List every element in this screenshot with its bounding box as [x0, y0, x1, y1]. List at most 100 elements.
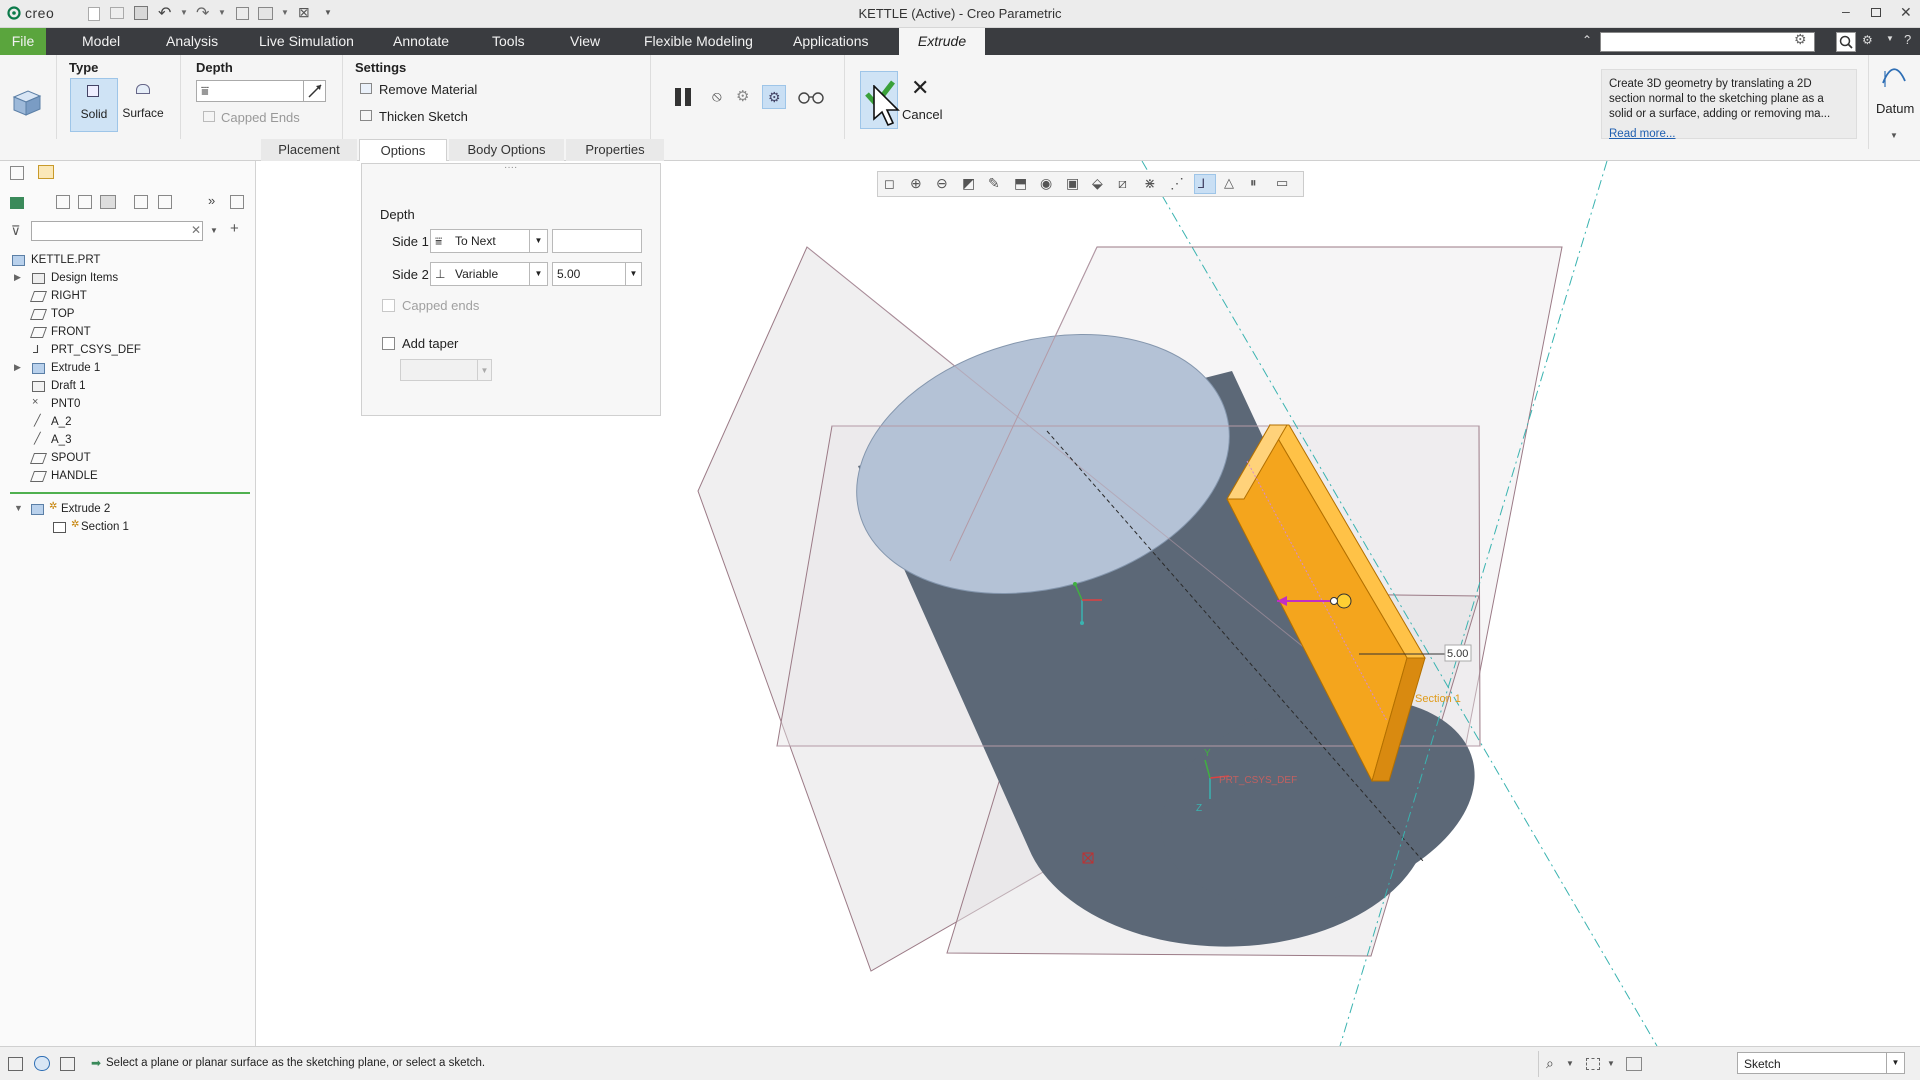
tree-item-pnt0[interactable]: PNT0	[51, 398, 80, 410]
tree-item-design-items[interactable]: Design Items	[51, 272, 118, 284]
panel-menu-icon[interactable]	[230, 195, 244, 209]
collapse-icon[interactable]: ▼	[14, 503, 23, 513]
tree-item-front[interactable]: FRONT	[51, 326, 91, 338]
find-dropdown-icon[interactable]: ▼	[1566, 1059, 1574, 1068]
thicken-sketch-icon[interactable]	[360, 110, 372, 121]
menu-live-simulation[interactable]: Live Simulation	[245, 28, 368, 55]
solid-button[interactable]: Solid	[70, 78, 118, 132]
tree-item-prt-csys-def[interactable]: PRT_CSYS_DEF	[51, 344, 141, 356]
annotation-display-icon[interactable]: △	[1224, 175, 1234, 191]
settings-menu-icon[interactable]: ⚙	[1862, 33, 1873, 47]
saved-orientations-icon[interactable]: ◉	[1040, 175, 1052, 192]
panel-grip-icon[interactable]: ····	[504, 162, 517, 173]
find-icon[interactable]: ⌕	[1546, 1055, 1554, 1072]
tree-item-section-1[interactable]: Section 1	[81, 521, 129, 533]
tree-item-top[interactable]: TOP	[51, 308, 74, 320]
search-options-dropdown-icon[interactable]: ▼	[210, 226, 218, 235]
datum-axes-display-icon[interactable]: ⋇	[1144, 175, 1156, 192]
tree-item-handle[interactable]: HANDLE	[51, 470, 98, 482]
tree-search-input[interactable]	[31, 221, 203, 241]
spin-center-icon[interactable]: ▭	[1276, 175, 1288, 191]
tab-body-options[interactable]: Body Options	[449, 139, 564, 161]
show-icon[interactable]	[134, 195, 148, 209]
thicken-sketch-label[interactable]: Thicken Sketch	[379, 109, 468, 124]
browser-toggle-icon[interactable]	[34, 1056, 50, 1071]
insert-indicator[interactable]	[10, 492, 250, 494]
settings-dropdown-icon[interactable]: ▼	[1886, 34, 1894, 43]
tree-root[interactable]: KETTLE.PRT	[31, 254, 100, 266]
clear-search-icon[interactable]: ✕	[191, 223, 201, 237]
tree-item-right[interactable]: RIGHT	[51, 290, 87, 302]
folder-browser-tab-icon[interactable]	[38, 165, 54, 179]
read-more-link[interactable]: Read more...	[1609, 128, 1675, 140]
more-icon[interactable]: »	[208, 193, 215, 208]
layers-icon[interactable]	[158, 195, 172, 209]
menu-tools[interactable]: Tools	[478, 28, 539, 55]
attached-preview-icon[interactable]: ⚙	[736, 87, 749, 105]
side2-depth-input[interactable]: 5.00 ▼	[552, 262, 642, 286]
view-manager-icon[interactable]: ▣	[1066, 175, 1079, 192]
surface-button[interactable]: Surface	[120, 78, 166, 132]
selection-filter-select[interactable]: Sketch ▼	[1737, 1052, 1905, 1074]
tree-item-a-3[interactable]: A_3	[51, 434, 71, 446]
remove-material-icon[interactable]	[360, 83, 372, 94]
zoom-out-icon[interactable]: ⊖	[936, 175, 948, 192]
cancel-label[interactable]: Cancel	[902, 107, 942, 122]
search-button[interactable]	[1836, 32, 1856, 52]
add-icon[interactable]: +	[230, 220, 239, 237]
menu-model[interactable]: Model	[68, 28, 134, 55]
tree-item-extrude-2[interactable]: Extrude 2	[61, 503, 110, 515]
side2-depth-dropdown-icon[interactable]: ▼	[625, 263, 641, 285]
minimize-icon[interactable]: –	[1842, 3, 1850, 19]
menu-applications[interactable]: Applications	[779, 28, 883, 55]
flip-direction-icon[interactable]	[303, 81, 325, 101]
selection-box-icon[interactable]	[1586, 1058, 1600, 1070]
tree-filters-icon[interactable]	[56, 195, 70, 209]
model-tree-icon[interactable]	[10, 197, 24, 209]
selection-dropdown-icon[interactable]: ▼	[1607, 1059, 1615, 1068]
collapse-ribbon-icon[interactable]: ⌃	[1582, 33, 1592, 47]
search-input[interactable]	[1600, 32, 1815, 52]
tree-columns-icon[interactable]	[78, 195, 92, 209]
tree-settings-icon[interactable]	[100, 195, 116, 209]
menu-analysis[interactable]: Analysis	[152, 28, 232, 55]
csys-display-button[interactable]: ⅃	[1194, 174, 1216, 194]
selection-filter-dropdown-icon[interactable]: ▼	[1886, 1053, 1904, 1073]
close-icon[interactable]: ✕	[1900, 4, 1912, 21]
search-settings-icon[interactable]: ⚙	[1794, 31, 1807, 48]
datum-label[interactable]: Datum	[1876, 101, 1914, 116]
tab-extrude[interactable]: Extrude	[899, 28, 985, 55]
add-taper-checkbox[interactable]	[382, 337, 395, 350]
menu-annotate[interactable]: Annotate	[379, 28, 463, 55]
refit-icon[interactable]: ◻	[884, 176, 895, 192]
expand-icon[interactable]: ▶	[14, 362, 21, 373]
add-taper-label[interactable]: Add taper	[402, 336, 458, 351]
datum-points-display-icon[interactable]: ⋰	[1170, 175, 1184, 192]
pause-button[interactable]	[672, 86, 694, 108]
selection-filter-icon[interactable]	[1626, 1057, 1642, 1071]
model-tree-tab-icon[interactable]	[10, 166, 24, 180]
tab-placement[interactable]: Placement	[261, 139, 357, 161]
perspective-icon[interactable]: ⬙	[1092, 175, 1103, 192]
verify-mode-button[interactable]	[797, 89, 825, 105]
geometry-preview-button[interactable]: ⚙	[762, 85, 786, 109]
datum-dropdown-icon[interactable]: ▼	[1890, 131, 1898, 140]
taper-angle-input[interactable]: ▼	[400, 359, 492, 381]
tab-properties[interactable]: Properties	[566, 139, 664, 161]
tab-options[interactable]: Options	[359, 139, 447, 161]
no-preview-icon[interactable]: ⦸	[712, 88, 722, 105]
taper-dropdown-icon[interactable]: ▼	[477, 360, 491, 380]
capped-ends-checkbox[interactable]	[382, 299, 395, 312]
reorient-icon[interactable]: ✎	[988, 175, 1000, 192]
navigator-toggle-icon[interactable]	[8, 1057, 23, 1071]
cancel-icon[interactable]: ✕	[911, 75, 929, 101]
tree-item-draft-1[interactable]: Draft 1	[51, 380, 86, 392]
depth-drag-handle[interactable]	[1336, 593, 1352, 609]
side2-dropdown-icon[interactable]: ▼	[529, 263, 547, 285]
help-icon[interactable]: ?	[1904, 32, 1911, 47]
display-style-icon[interactable]: ⬒	[1014, 175, 1027, 192]
menu-flexible-modeling[interactable]: Flexible Modeling	[630, 28, 767, 55]
repaint-icon[interactable]: ◩	[962, 175, 975, 192]
dimension-value[interactable]: 5.00	[1447, 648, 1468, 660]
restore-icon[interactable]	[1871, 8, 1881, 17]
